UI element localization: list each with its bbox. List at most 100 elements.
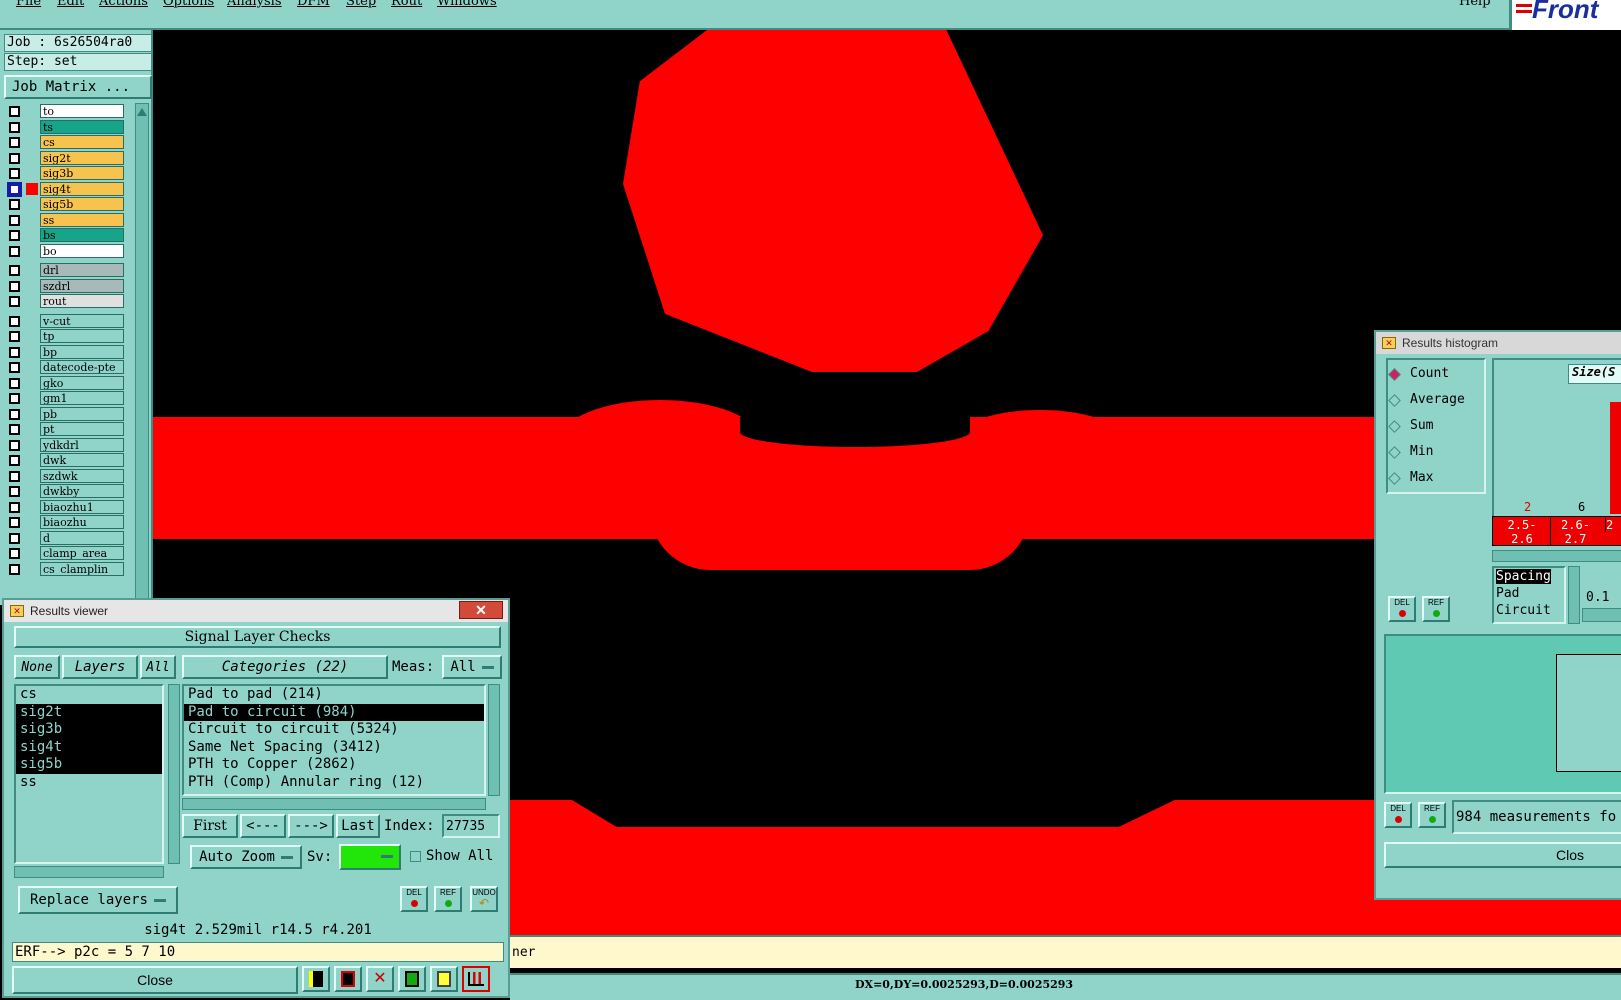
show-all-checkbox[interactable]: [410, 851, 421, 862]
layer-checkbox[interactable]: [9, 563, 20, 575]
measure-icon[interactable]: [302, 966, 330, 992]
histogram-chart[interactable]: Size(S 2 6: [1492, 358, 1621, 518]
result-layer-item[interactable]: sig2t: [16, 703, 162, 721]
layer-row[interactable]: bo: [4, 243, 124, 258]
layer-row[interactable]: cs_clamplin: [4, 561, 124, 576]
ref-icon[interactable]: REF: [1418, 802, 1446, 828]
category-hscrollbar[interactable]: [182, 798, 486, 810]
layer-checkbox[interactable]: [9, 408, 20, 420]
layer-row[interactable]: rout: [4, 294, 124, 308]
category-item[interactable]: Pad to circuit (984): [184, 703, 484, 721]
layer-row[interactable]: sig3b: [4, 166, 124, 180]
layer-row[interactable]: sig2t: [4, 150, 124, 165]
layer-checkbox[interactable]: [9, 214, 20, 226]
layer-row[interactable]: pb: [4, 406, 124, 421]
cat-spacing[interactable]: Spacing: [1496, 569, 1551, 584]
layer-checkbox[interactable]: [9, 296, 20, 307]
layer-row[interactable]: gm1: [4, 391, 124, 405]
ref-cross-icon[interactable]: ✕: [366, 966, 394, 992]
menu-help[interactable]: Help: [1459, 0, 1491, 9]
layer-checkbox[interactable]: [9, 501, 20, 513]
layer-results-hscrollbar[interactable]: [14, 866, 164, 878]
layer-checkbox[interactable]: [9, 377, 20, 389]
layer-row[interactable]: ts: [4, 119, 124, 134]
job-matrix-button[interactable]: Job Matrix ...: [4, 75, 152, 99]
layer-checkbox[interactable]: [9, 470, 20, 482]
layer-row[interactable]: gko: [4, 375, 124, 390]
layer-row[interactable]: szdrl: [4, 278, 124, 293]
cat-pad[interactable]: Pad: [1494, 585, 1564, 602]
histogram-category-scrollbar[interactable]: [1568, 566, 1580, 624]
notes-icon[interactable]: [430, 966, 458, 992]
layer-row[interactable]: bs: [4, 228, 124, 242]
layer-checkbox[interactable]: [9, 362, 20, 373]
layer-checkbox[interactable]: [9, 455, 20, 466]
report-icon[interactable]: [334, 966, 362, 992]
meas-select[interactable]: All: [442, 655, 502, 679]
menu-rout[interactable]: Rout: [391, 0, 422, 9]
layer-checkbox[interactable]: [9, 245, 20, 257]
results-viewer-title[interactable]: ✕ Results viewer ✕: [4, 600, 508, 622]
layer-checkbox[interactable]: [9, 230, 20, 241]
layer-results-scrollbar[interactable]: [168, 684, 180, 864]
index-input[interactable]: [442, 814, 500, 838]
layer-row[interactable]: drl: [4, 263, 124, 277]
layer-checkbox[interactable]: [7, 181, 22, 197]
layer-row[interactable]: to: [4, 104, 124, 118]
ref-icon[interactable]: REF: [434, 886, 462, 912]
del-icon[interactable]: DEL: [1388, 596, 1416, 622]
layer-row[interactable]: clamp_area: [4, 546, 124, 560]
mode-count[interactable]: Count: [1388, 366, 1478, 384]
layer-checkbox[interactable]: [9, 346, 20, 358]
mode-min[interactable]: Min: [1388, 444, 1478, 462]
next-button[interactable]: --->: [288, 814, 334, 838]
layer-checkbox[interactable]: [9, 393, 20, 404]
result-layer-item[interactable]: sig4t: [16, 738, 162, 756]
histogram-icon[interactable]: [462, 966, 490, 992]
layer-results-list[interactable]: cs sig2t sig3b sig4t sig5b ss: [14, 684, 164, 864]
prev-button[interactable]: <---: [240, 814, 286, 838]
layer-row[interactable]: bp: [4, 344, 124, 359]
result-layer-item[interactable]: sig3b: [16, 721, 162, 739]
close-icon[interactable]: ✕: [459, 601, 503, 619]
mode-average[interactable]: Average: [1388, 392, 1478, 410]
layer-checkbox[interactable]: [9, 424, 20, 435]
category-item[interactable]: PTH to Copper (2862): [184, 756, 484, 774]
category-item[interactable]: PTH (Comp) Annular ring (12): [184, 774, 484, 792]
layer-checkbox[interactable]: [9, 152, 20, 164]
category-scrollbar[interactable]: [488, 684, 500, 796]
layer-checkbox[interactable]: [9, 106, 20, 117]
mode-sum[interactable]: Sum: [1388, 418, 1478, 436]
layer-row[interactable]: v-cut: [4, 313, 124, 328]
category-item[interactable]: Circuit to circuit (5324): [184, 721, 484, 739]
result-layer-item[interactable]: sig5b: [16, 756, 162, 774]
layer-row[interactable]: ss: [4, 212, 124, 227]
layer-checkbox[interactable]: [9, 137, 20, 148]
menu-file[interactable]: File: [16, 0, 41, 9]
menu-analysis[interactable]: Analysis: [227, 0, 282, 9]
del-icon[interactable]: DEL: [400, 886, 428, 912]
layer-row[interactable]: ydkdrl: [4, 437, 124, 452]
del-icon[interactable]: DEL: [1384, 802, 1412, 828]
mode-max[interactable]: Max: [1388, 470, 1478, 488]
step-icon[interactable]: [398, 966, 426, 992]
category-list[interactable]: Pad to pad (214) Pad to circuit (984) Circ…: [182, 684, 486, 796]
result-layer-item[interactable]: ss: [16, 774, 162, 792]
layer-checkbox[interactable]: [9, 486, 20, 497]
layer-list-scrollbar[interactable]: [135, 103, 149, 605]
categories-button[interactable]: Categories (22): [182, 655, 388, 679]
scroll-up-icon[interactable]: [137, 106, 147, 116]
layer-row[interactable]: datecode-pte: [4, 360, 124, 374]
layer-checkbox[interactable]: [9, 168, 20, 179]
ref-icon[interactable]: REF: [1422, 596, 1450, 622]
layer-row[interactable]: biaozhu1: [4, 499, 124, 514]
cat-circuit[interactable]: Circuit: [1494, 602, 1564, 619]
replace-layers-select[interactable]: Replace layers: [18, 886, 178, 914]
layer-checkbox[interactable]: [9, 280, 20, 292]
layer-checkbox[interactable]: [9, 121, 20, 133]
all-layers-button[interactable]: All: [140, 655, 176, 679]
last-button[interactable]: Last: [336, 814, 380, 838]
menu-options[interactable]: Options: [163, 0, 214, 9]
layer-row[interactable]: dwkby: [4, 484, 124, 498]
layer-row[interactable]: d: [4, 530, 124, 545]
